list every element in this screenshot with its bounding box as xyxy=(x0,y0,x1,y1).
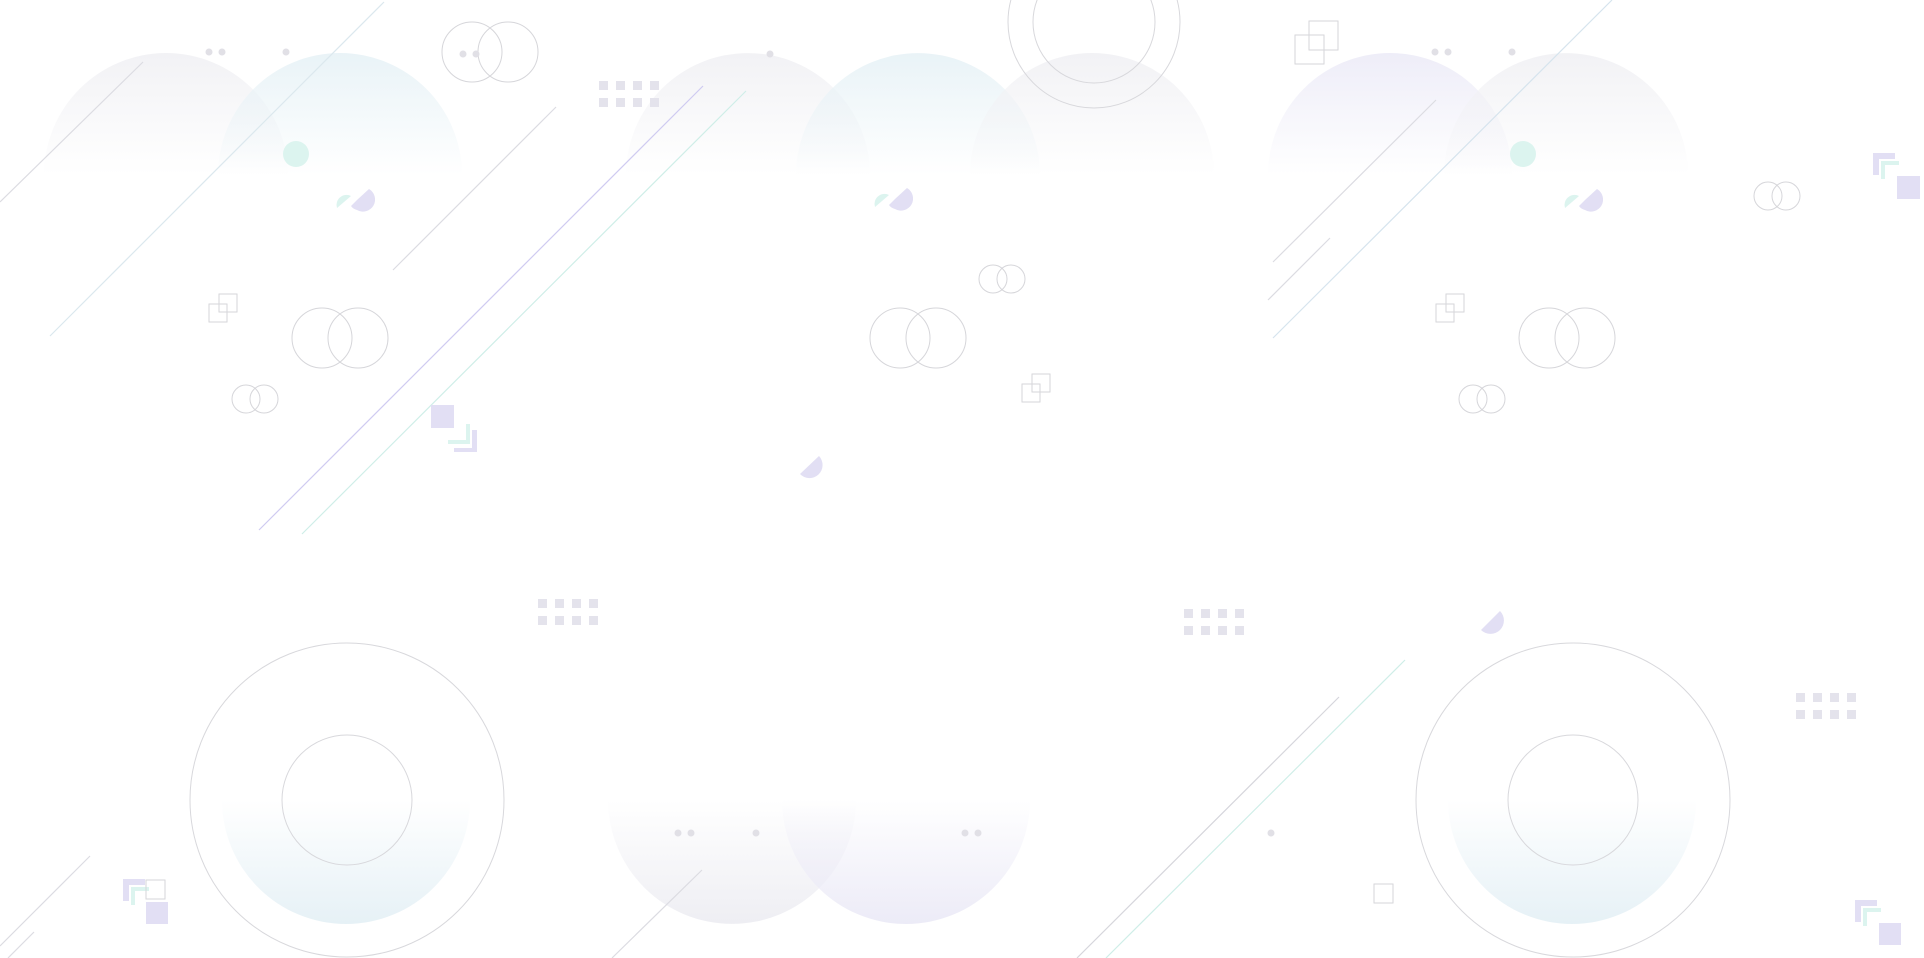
decorative-pattern-background xyxy=(0,0,1920,958)
square-grids xyxy=(538,81,1856,719)
half-discs xyxy=(336,188,1604,634)
bottom-dome-band xyxy=(222,800,1696,924)
